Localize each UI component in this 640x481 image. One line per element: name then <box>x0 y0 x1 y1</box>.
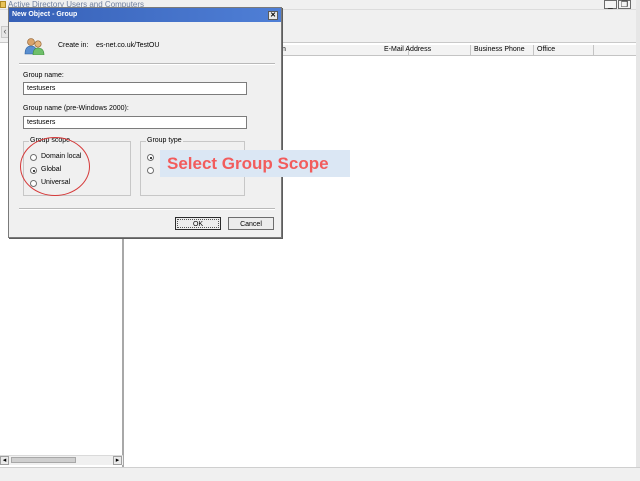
group-name-label: Group name: <box>23 72 64 79</box>
radio-distribution[interactable] <box>147 167 154 174</box>
horizontal-scrollbar[interactable]: ◂ ▸ <box>0 455 123 465</box>
group-users-icon <box>24 38 45 55</box>
new-object-group-dialog: New Object - Group ✕ Create in: es-net.c… <box>8 7 282 238</box>
scroll-thumb[interactable] <box>11 457 76 463</box>
scroll-right-icon[interactable]: ▸ <box>113 456 122 465</box>
column-name-label: n <box>282 46 286 53</box>
status-bar <box>0 467 640 481</box>
group-type-legend: Group type <box>146 137 183 144</box>
group-name-pre2000-input[interactable] <box>23 116 247 129</box>
separator <box>19 63 275 65</box>
radio-security[interactable] <box>147 154 154 161</box>
instruction-callout: Select Group Scope <box>160 150 350 177</box>
column-office[interactable]: Office <box>534 45 594 55</box>
scroll-left-icon[interactable]: ◂ <box>0 456 9 465</box>
cancel-button[interactable]: Cancel <box>228 217 274 230</box>
ok-button[interactable]: OK <box>175 217 221 230</box>
highlight-ellipse <box>20 137 90 196</box>
close-icon[interactable]: ✕ <box>268 11 278 20</box>
group-name-input[interactable] <box>23 82 247 95</box>
dialog-title: New Object - Group <box>12 11 78 18</box>
column-business-phone[interactable]: Business Phone <box>471 45 534 55</box>
separator <box>19 208 275 210</box>
create-in-path: es-net.co.uk/TestOU <box>96 42 160 49</box>
app-icon <box>0 1 6 8</box>
restore-button[interactable]: ❐ <box>618 0 631 9</box>
column-email[interactable]: E-Mail Address <box>381 45 471 55</box>
group-name-pre2000-label: Group name (pre-Windows 2000): <box>23 105 129 112</box>
dialog-titlebar: New Object - Group ✕ <box>9 8 281 22</box>
minimize-button[interactable]: _ <box>604 0 617 9</box>
window-right-edge <box>636 0 640 480</box>
create-in-label: Create in: <box>58 42 89 49</box>
